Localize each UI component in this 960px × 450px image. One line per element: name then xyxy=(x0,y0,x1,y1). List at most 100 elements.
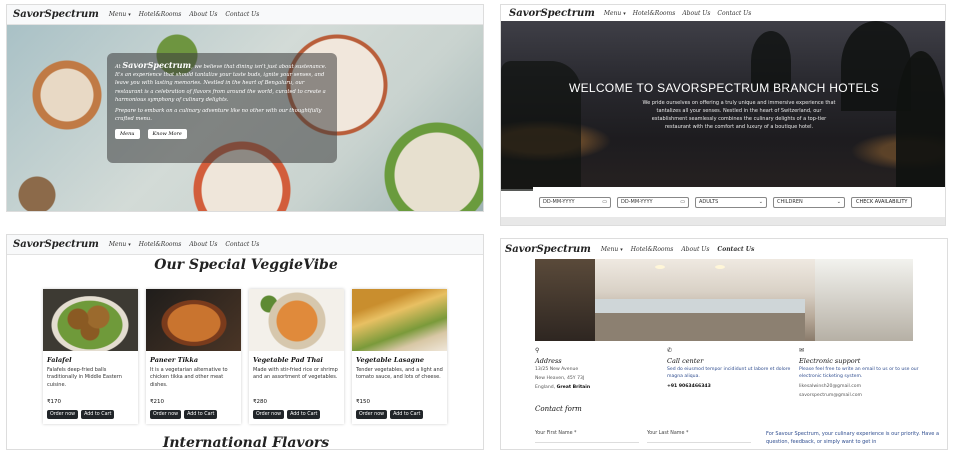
hero-intro-text-2: Prepare to embark on a culinary adventur… xyxy=(115,107,322,122)
order-now-button[interactable]: Order now xyxy=(150,410,182,419)
hotels-subtitle: We pride ourselves on offering a truly u… xyxy=(642,100,836,130)
add-to-cart-button[interactable]: Add to Cart xyxy=(81,410,115,419)
hero-food-image: At SavorSpectrum, we believe that dining… xyxy=(7,25,483,211)
intro-word: At xyxy=(115,64,121,70)
children-select[interactable]: CHILDREN ⌄ xyxy=(773,196,845,208)
dish-description: Made with stir-fried rice or shrimp and … xyxy=(253,367,338,381)
hero-intro-box: At SavorSpectrum, we believe that dining… xyxy=(107,53,337,163)
dish-card-list: Falafel Falafels deep-fried balls tradit… xyxy=(43,289,447,424)
brand-logo[interactable]: SavorSpectrum xyxy=(505,244,591,255)
chevron-down-icon: ▾ xyxy=(623,10,626,17)
address-country: England, xyxy=(535,384,556,390)
next-section-title: International Flavors xyxy=(162,435,330,450)
palm-silhouette xyxy=(896,51,945,191)
support-email-1[interactable]: likesalwinsh20@gmail.com xyxy=(799,384,927,391)
dish-description: Tender vegetables, and a light and tomat… xyxy=(356,367,443,381)
counter-shape xyxy=(595,299,805,313)
call-center-number[interactable]: +91 9063466343 xyxy=(667,384,795,391)
phone-icon: ✆ xyxy=(667,347,673,354)
paneer-tikka-image xyxy=(146,289,241,351)
navbar: SavorSpectrum Menu ▾ Hotel&Rooms About U… xyxy=(501,239,947,259)
brand-logo[interactable]: SavorSpectrum xyxy=(13,239,99,250)
nav-menu[interactable]: Menu ▾ xyxy=(109,11,131,18)
dish-price: ₹280 xyxy=(253,399,267,405)
intro-brand: SavorSpectrum xyxy=(122,60,192,70)
add-to-cart-button[interactable]: Add to Cart xyxy=(390,410,424,419)
nav-menu-label: Menu xyxy=(108,11,127,18)
nav-menu-label: Menu xyxy=(603,9,622,17)
support-column: ✉ Electronic support Please feel free to… xyxy=(799,347,927,400)
dish-price: ₹210 xyxy=(150,399,164,405)
navbar: SavorSpectrum Menu ▾ Hotel&Rooms About U… xyxy=(7,235,483,255)
nav-contact[interactable]: Contact Us xyxy=(225,11,259,18)
address-line-2: New Heaven, 45Y 73J xyxy=(535,375,585,381)
address-line-3: England, Great Britain xyxy=(535,385,663,392)
nav-about[interactable]: About Us xyxy=(189,11,217,18)
first-name-label: Your First Name * xyxy=(535,431,577,436)
contact-info-columns: ⚲ Address 13/25 New Avenue New Heaven, 4… xyxy=(535,347,935,400)
support-heading: Electronic support xyxy=(799,357,861,365)
calendar-icon: ▭ xyxy=(680,199,685,205)
nav-menu-label: Menu xyxy=(108,241,127,248)
dish-card: Vegetable Lasagne Tender vegetables, and… xyxy=(352,289,447,424)
brand-logo[interactable]: SavorSpectrum xyxy=(509,8,595,19)
chevron-down-icon: ▾ xyxy=(128,12,131,18)
nav-about[interactable]: About Us xyxy=(682,10,710,17)
location-pin-icon: ⚲ xyxy=(535,347,540,354)
checkout-placeholder: DD-MM-YYYY xyxy=(621,199,653,205)
menu-page-panel: SavorSpectrum Menu ▾ Hotel&Rooms About U… xyxy=(6,234,484,450)
dish-card: Falafel Falafels deep-fried balls tradit… xyxy=(43,289,138,424)
dish-description: It is a vegetarian alternative to chicke… xyxy=(150,367,228,388)
nav-menu[interactable]: Menu ▾ xyxy=(604,10,626,17)
nav-about[interactable]: About Us xyxy=(189,241,217,248)
shelf-shape xyxy=(535,259,595,341)
call-center-heading: Call center xyxy=(667,357,704,365)
nav-about[interactable]: About Us xyxy=(681,246,709,253)
dish-name: Vegetable Pad Thai xyxy=(253,356,323,364)
pad-thai-image xyxy=(249,289,344,351)
adults-select[interactable]: ADULTS ⌄ xyxy=(695,196,767,208)
check-availability-button[interactable]: CHECK AVAILABILITY xyxy=(851,196,913,208)
dish-card: Paneer Tikka It is a vegetarian alternat… xyxy=(146,289,241,424)
nav-hotels[interactable]: Hotel&Rooms xyxy=(631,246,674,253)
nav-contact[interactable]: Contact Us xyxy=(225,241,259,248)
home-page-panel: SavorSpectrum Menu ▾ Hotel&Rooms About U… xyxy=(6,4,484,212)
checkout-date-input[interactable]: DD-MM-YYYY ▭ xyxy=(617,196,689,208)
know-more-button[interactable]: Know More xyxy=(147,128,187,139)
add-to-cart-button[interactable]: Add to Cart xyxy=(184,410,218,419)
support-email-2[interactable]: savorspectrum@gmail.com xyxy=(799,393,927,400)
nav-contact[interactable]: Contact Us xyxy=(717,246,754,253)
navbar: SavorSpectrum Menu ▾ Hotel&Rooms About U… xyxy=(7,5,483,25)
add-to-cart-button[interactable]: Add to Cart xyxy=(287,410,321,419)
navbar: SavorSpectrum Menu ▾ Hotel&Rooms About U… xyxy=(501,5,945,21)
address-country-bold: Great Britain xyxy=(556,384,591,390)
calendar-icon: ▭ xyxy=(602,199,607,205)
availability-search-bar: DD-MM-YYYY ▭ DD-MM-YYYY ▭ ADULTS ⌄ CHILDREN… xyxy=(533,187,945,217)
nav-hotels[interactable]: Hotel&Rooms xyxy=(139,241,182,248)
brand-logo[interactable]: SavorSpectrum xyxy=(13,9,99,20)
dish-price: ₹170 xyxy=(47,399,61,405)
first-name-input[interactable] xyxy=(535,442,639,443)
chevron-down-icon: ▾ xyxy=(128,242,131,248)
address-heading: Address xyxy=(535,357,562,365)
support-text: Please feel free to write an email to us… xyxy=(799,367,919,379)
hero-intro-text: At SavorSpectrum, we believe that dining… xyxy=(115,59,329,104)
checkin-date-input[interactable]: DD-MM-YYYY ▭ xyxy=(539,196,611,208)
hotel-night-image: WELCOME TO SAVORSPECTRUM BRANCH HOTELS W… xyxy=(501,21,945,191)
order-now-button[interactable]: Order now xyxy=(356,410,388,419)
order-now-button[interactable]: Order now xyxy=(47,410,79,419)
menu-button[interactable]: Menu xyxy=(115,128,140,139)
nav-menu[interactable]: Menu ▾ xyxy=(109,241,131,248)
nav-contact[interactable]: Contact Us xyxy=(717,10,751,17)
hotels-page-panel: SavorSpectrum Menu ▾ Hotel&Rooms About U… xyxy=(500,4,946,226)
nav-hotels[interactable]: Hotel&Rooms xyxy=(633,10,676,17)
nav-hotels[interactable]: Hotel&Rooms xyxy=(139,11,182,18)
nav-menu-label: Menu xyxy=(600,245,619,253)
order-now-button[interactable]: Order now xyxy=(253,410,285,419)
nav-menu[interactable]: Menu ▾ xyxy=(601,246,623,253)
children-label: CHILDREN xyxy=(777,199,803,205)
restaurant-interior-image xyxy=(535,259,913,341)
adults-label: ADULTS xyxy=(699,199,719,205)
last-name-label: Your Last Name * xyxy=(647,431,689,436)
last-name-input[interactable] xyxy=(647,442,751,443)
